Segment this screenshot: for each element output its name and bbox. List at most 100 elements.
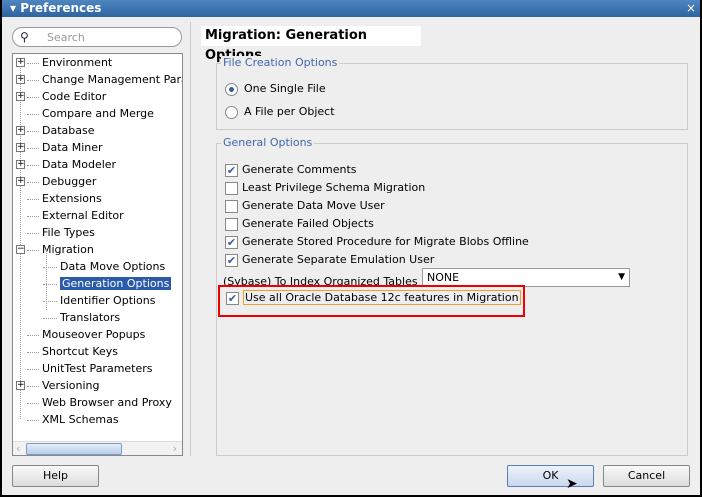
tree-connector: [27, 113, 39, 115]
tree-item[interactable]: XML Schemas: [17, 411, 119, 428]
tree-connector: [27, 198, 39, 200]
close-icon[interactable]: ×: [686, 0, 696, 17]
tree-connector: [43, 317, 57, 319]
tree-connector: [27, 62, 39, 64]
expand-icon[interactable]: +: [16, 381, 25, 390]
tree-connector: [27, 385, 39, 387]
tree-item[interactable]: Compare and Merge: [17, 105, 154, 122]
search-input[interactable]: ⚲ Search: [12, 27, 182, 47]
tree-item-label: Identifier Options: [60, 294, 156, 307]
tree-item[interactable]: Web Browser and Proxy: [17, 394, 172, 411]
checkbox-oracle-12c[interactable]: ✔ Use all Oracle Database 12c features in…: [226, 290, 521, 306]
binoculars-icon: ⚲: [20, 30, 29, 44]
tree-item-label: Versioning: [42, 379, 100, 392]
collapse-icon[interactable]: −: [16, 245, 25, 254]
tree-connector: [27, 334, 39, 336]
tree-item[interactable]: − Migration: [16, 241, 94, 258]
tree-item-label: File Types: [42, 226, 95, 239]
tree-connector: [27, 96, 39, 98]
expand-icon[interactable]: +: [16, 75, 25, 84]
tree-item[interactable]: Shortcut Keys: [17, 343, 118, 360]
checkbox-label: Least Privilege Schema Migration: [242, 181, 426, 194]
tree-item[interactable]: + Data Modeler: [16, 156, 116, 173]
checkbox-option[interactable]: Generate Data Move User: [225, 198, 385, 214]
tree-item-label: Change Management Param: [42, 73, 183, 86]
expand-icon[interactable]: +: [16, 58, 25, 67]
checkbox-option[interactable]: ✔ Generate Separate Emulation User: [225, 252, 434, 268]
menu-arrow-icon[interactable]: ▾: [10, 1, 20, 15]
checkbox-option[interactable]: Generate Failed Objects: [225, 216, 374, 232]
group-label: General Options: [221, 136, 315, 149]
radio-icon: [225, 82, 238, 96]
expand-icon[interactable]: +: [16, 177, 25, 186]
page-title: Migration: Generation Options: [201, 26, 421, 63]
checkbox-option[interactable]: Least Privilege Schema Migration: [225, 180, 425, 196]
mouse-cursor-icon: ➤: [566, 476, 578, 492]
tree-item-label: Migration: [42, 243, 94, 256]
tree-item-label: Data Miner: [42, 141, 103, 154]
ok-button[interactable]: OK: [507, 465, 594, 487]
tree-connector: [27, 419, 39, 421]
tree-item-label: Environment: [42, 56, 113, 69]
tree-item[interactable]: External Editor: [17, 207, 124, 224]
tree-item[interactable]: + Data Miner: [16, 139, 103, 156]
expand-icon[interactable]: +: [16, 126, 25, 135]
tree-connector: [27, 181, 39, 183]
tree-item-label: Shortcut Keys: [42, 345, 119, 358]
scrollbar-thumb[interactable]: [26, 443, 122, 455]
checkbox-icon: ✔: [225, 235, 238, 249]
tree-item-label: Mouseover Popups: [42, 328, 146, 341]
checkbox-option[interactable]: ✔ Generate Comments: [225, 162, 357, 178]
checkbox-option[interactable]: ✔ Generate Stored Procedure for Migrate B…: [225, 234, 529, 250]
tree-item[interactable]: + Database: [16, 122, 95, 139]
tree-connector: [27, 249, 39, 251]
tree-item[interactable]: + Environment: [16, 54, 113, 71]
tree-connector: [27, 232, 39, 234]
help-button[interactable]: Help: [12, 465, 99, 487]
tree-item-label: Database: [42, 124, 95, 137]
tree-line: [46, 250, 47, 310]
tree-item[interactable]: Identifier Options: [43, 292, 156, 309]
expand-icon[interactable]: +: [16, 160, 25, 169]
expand-icon[interactable]: +: [16, 92, 25, 101]
splitter[interactable]: [190, 22, 191, 456]
tree-connector: [27, 79, 39, 81]
radio-file-per-object[interactable]: A File per Object: [225, 104, 335, 120]
expand-icon[interactable]: +: [16, 143, 25, 152]
checkbox-label: Generate Comments: [242, 163, 357, 176]
tree-item-label: External Editor: [42, 209, 124, 222]
checkbox-label: Generate Data Move User: [242, 199, 385, 212]
tree-connector: [27, 402, 39, 404]
tree-connector: [27, 351, 39, 353]
checkbox-icon: [225, 181, 238, 195]
tree-item-label: Debugger: [42, 175, 97, 188]
checkbox-icon: ✔: [226, 291, 239, 305]
tree-item[interactable]: + Change Management Param: [16, 71, 183, 88]
tree-item[interactable]: UnitTest Parameters: [17, 360, 153, 377]
tree-item[interactable]: + Debugger: [16, 173, 97, 190]
radio-label: One Single File: [244, 82, 326, 95]
tree-item[interactable]: Mouseover Popups: [17, 326, 145, 343]
tree-item[interactable]: + Versioning: [16, 377, 100, 394]
scroll-right-icon[interactable]: ›: [173, 442, 177, 455]
group-label: File Creation Options: [221, 56, 340, 69]
tree-item-label: Generation Options: [60, 277, 172, 290]
preferences-tree: ‹ › + Environment + Change Management Param…: [12, 53, 183, 456]
tree-item[interactable]: Data Move Options: [43, 258, 165, 275]
radio-one-single-file[interactable]: One Single File: [225, 81, 326, 97]
tree-item-label: XML Schemas: [42, 413, 119, 426]
tree-item[interactable]: Translators: [43, 309, 120, 326]
tree-item-label: Compare and Merge: [42, 107, 154, 120]
tree-item[interactable]: Generation Options: [43, 275, 172, 292]
tree-item-label: UnitTest Parameters: [42, 362, 153, 375]
tree-item[interactable]: + Code Editor: [16, 88, 106, 105]
checkbox-icon: [225, 217, 238, 231]
tree-connector: [27, 368, 39, 370]
tree-item[interactable]: File Types: [17, 224, 95, 241]
scroll-left-icon[interactable]: ‹: [16, 442, 20, 455]
tree-connector: [27, 130, 39, 132]
tree-item[interactable]: Extensions: [17, 190, 102, 207]
horizontal-scrollbar[interactable]: ‹ ›: [13, 441, 182, 455]
radio-label: A File per Object: [244, 105, 335, 118]
cancel-button[interactable]: Cancel: [603, 465, 690, 487]
